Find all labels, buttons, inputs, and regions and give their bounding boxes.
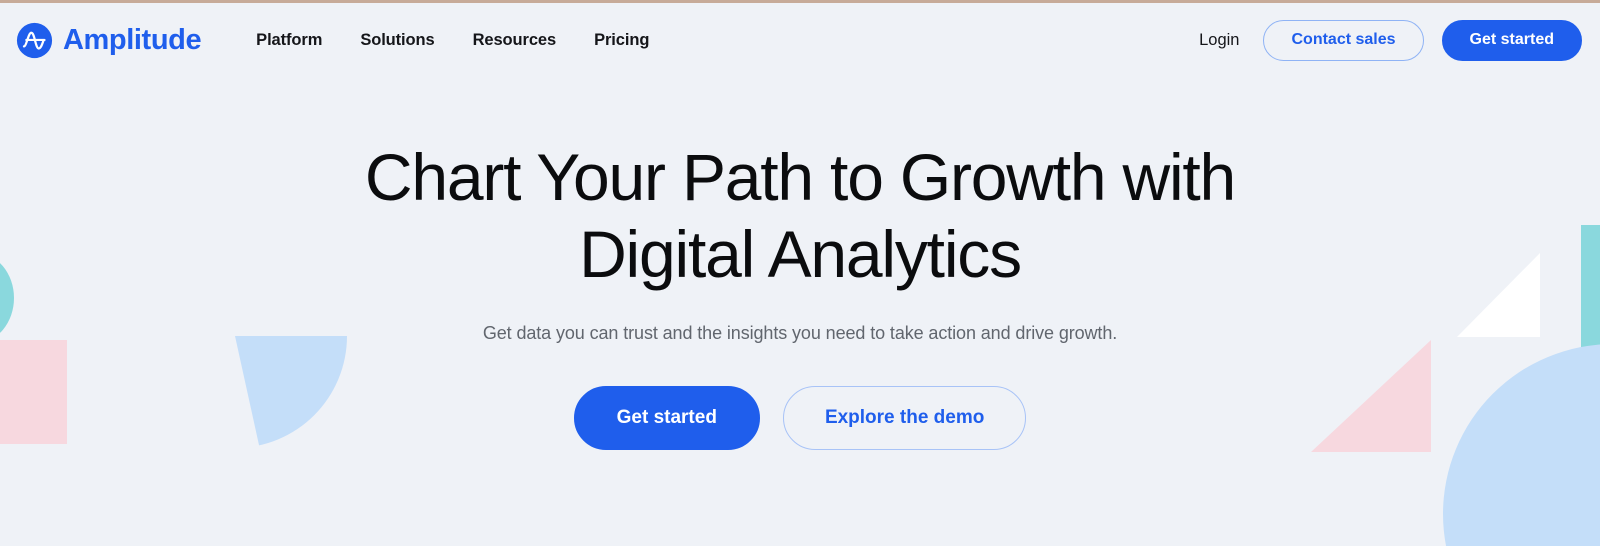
primary-navigation: Platform Solutions Resources Pricing [256,31,649,50]
amplitude-logo-icon [16,22,53,58]
hero-get-started-button[interactable]: Get started [573,386,760,450]
top-accent-strip [0,0,1600,3]
hero-subtitle: Get data you can trust and the insights … [482,323,1118,343]
header-get-started-button[interactable]: Get started [1441,19,1582,61]
hero-section: Chart Your Path to Growth with Digital A… [0,77,1600,546]
brand-name: Amplitude [63,23,202,56]
header-actions: Login Contact sales Get started [1193,19,1582,61]
hero-cta-group: Get started Explore the demo [573,386,1027,450]
nav-item-resources[interactable]: Resources [473,31,557,50]
nav-item-solutions[interactable]: Solutions [360,31,434,50]
brand-logo-link[interactable]: Amplitude [16,22,202,59]
nav-item-platform[interactable]: Platform [256,31,322,50]
hero-headline: Chart Your Path to Growth with Digital A… [310,139,1290,293]
site-header: Amplitude Platform Solutions Resources P… [0,3,1600,77]
hero-headline-line-1: Chart Your Path to Growth with [364,140,1236,214]
hero-explore-demo-button[interactable]: Explore the demo [782,386,1027,450]
login-link[interactable]: Login [1193,31,1245,50]
hero-headline-line-2: Digital Analytics [579,217,1022,291]
contact-sales-button[interactable]: Contact sales [1263,19,1424,61]
nav-item-pricing[interactable]: Pricing [594,31,649,50]
